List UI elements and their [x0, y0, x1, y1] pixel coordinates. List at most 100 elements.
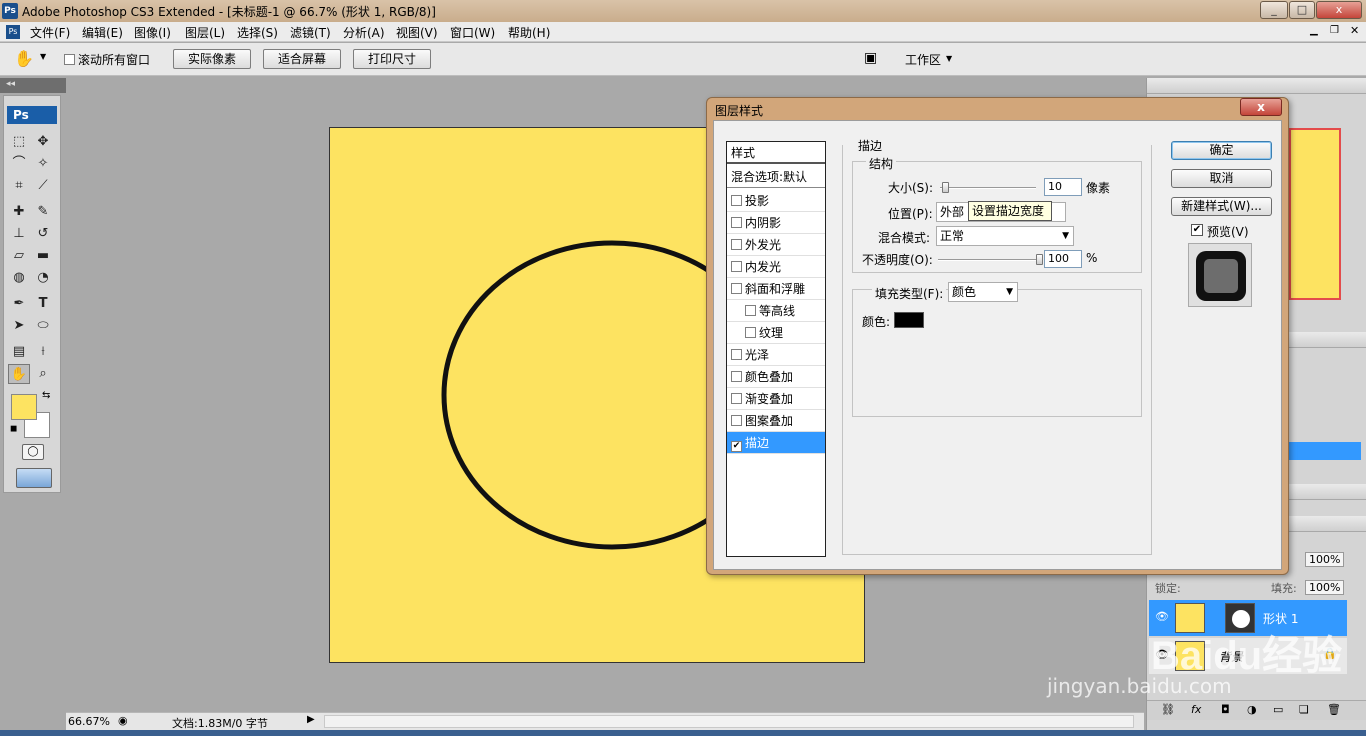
style-item-6[interactable]: 纹理: [727, 322, 825, 344]
style-item-checkbox[interactable]: [731, 195, 742, 206]
style-item-checkbox[interactable]: [731, 261, 742, 272]
panel-header[interactable]: [1147, 78, 1366, 94]
hand-tool-icon[interactable]: ✋: [14, 49, 34, 68]
delete-layer-icon[interactable]: 🗑: [1327, 703, 1341, 716]
collapse-icon[interactable]: ◂◂: [6, 79, 15, 89]
doc-close-icon[interactable]: ✕: [1350, 24, 1359, 37]
scroll-all-checkbox[interactable]: [64, 54, 75, 65]
menu-image[interactable]: 图像(I): [134, 24, 171, 41]
style-item-checkbox[interactable]: [731, 371, 742, 382]
style-item-checkbox[interactable]: [745, 305, 756, 316]
navigator-thumbnail[interactable]: [1289, 128, 1341, 300]
adjustment-icon[interactable]: ◑: [1247, 703, 1257, 716]
gradient-tool-icon[interactable]: ▬: [32, 246, 54, 266]
size-input[interactable]: 10: [1044, 178, 1082, 196]
style-item-3[interactable]: 内发光: [727, 256, 825, 278]
stamp-tool-icon[interactable]: ⊥: [8, 224, 30, 244]
size-slider-track[interactable]: [940, 187, 1036, 189]
blend-mode-select[interactable]: 正常 ▼: [936, 226, 1074, 246]
eyedropper-icon[interactable]: ⟊: [32, 342, 54, 362]
path-selection-icon[interactable]: ➤: [8, 316, 30, 336]
default-colors-icon[interactable]: ◼: [10, 424, 17, 434]
menu-view[interactable]: 视图(V): [396, 24, 438, 41]
new-style-button[interactable]: 新建样式(W)...: [1171, 197, 1272, 216]
maximize-button[interactable]: □: [1289, 1, 1315, 19]
opacity-slider-thumb[interactable]: [1036, 254, 1043, 265]
print-size-button[interactable]: 打印尺寸: [353, 49, 431, 69]
toolbox-header[interactable]: ◂◂: [0, 78, 66, 93]
quick-mask-icon[interactable]: ◯: [22, 444, 44, 460]
opacity-field[interactable]: 100%: [1305, 552, 1345, 567]
brush-tool-icon[interactable]: ✎: [32, 202, 54, 222]
menu-filter[interactable]: 滤镜(T): [290, 24, 331, 41]
slice-tool-icon[interactable]: ⟋: [32, 176, 54, 196]
panel-header-3[interactable]: [1289, 484, 1366, 500]
style-item-10[interactable]: 图案叠加: [727, 410, 825, 432]
styles-header[interactable]: 样式: [727, 142, 825, 164]
status-icon[interactable]: ◉: [118, 714, 128, 727]
style-item-checkbox[interactable]: [731, 283, 742, 294]
style-item-5[interactable]: 等高线: [727, 300, 825, 322]
style-item-1[interactable]: 内阴影: [727, 212, 825, 234]
menu-layer[interactable]: 图层(L): [185, 24, 225, 41]
history-selected-row[interactable]: [1289, 442, 1361, 460]
workspace-chevron-icon[interactable]: ▼: [946, 54, 952, 63]
horizontal-scrollbar[interactable]: [324, 715, 1134, 728]
eraser-tool-icon[interactable]: ▱: [8, 246, 30, 266]
foreground-color-swatch[interactable]: [11, 394, 37, 420]
doc-minimize-icon[interactable]: ▁: [1310, 25, 1318, 36]
lasso-tool-icon[interactable]: ⌒: [8, 154, 30, 174]
fill-field[interactable]: 100%: [1305, 580, 1345, 595]
menu-help[interactable]: 帮助(H): [508, 24, 550, 41]
cancel-button[interactable]: 取消: [1171, 169, 1272, 188]
bridge-icon[interactable]: ▣: [864, 50, 877, 66]
style-item-checkbox[interactable]: [731, 239, 742, 250]
style-item-11[interactable]: ✔ 描边: [727, 432, 825, 454]
notes-tool-icon[interactable]: ▤: [8, 342, 30, 362]
blend-options-item[interactable]: 混合选项:默认: [727, 166, 825, 188]
style-item-checkbox[interactable]: [731, 349, 742, 360]
close-window-button[interactable]: x: [1316, 1, 1362, 19]
dodge-tool-icon[interactable]: ◔: [32, 268, 54, 288]
stroke-color-swatch[interactable]: [894, 312, 924, 328]
style-item-checkbox[interactable]: [731, 393, 742, 404]
style-item-checkbox[interactable]: [731, 217, 742, 228]
healing-brush-icon[interactable]: ✚: [8, 202, 30, 222]
fit-screen-button[interactable]: 适合屏幕: [263, 49, 341, 69]
menu-edit[interactable]: 编辑(E): [82, 24, 123, 41]
type-tool-icon[interactable]: T: [32, 294, 54, 314]
style-item-checkbox[interactable]: [745, 327, 756, 338]
size-slider-thumb[interactable]: [941, 182, 949, 193]
style-item-8[interactable]: 颜色叠加: [727, 366, 825, 388]
style-item-7[interactable]: 光泽: [727, 344, 825, 366]
preview-checkbox[interactable]: ✔: [1191, 224, 1203, 236]
menu-select[interactable]: 选择(S): [237, 24, 278, 41]
add-mask-icon[interactable]: ◘: [1221, 703, 1230, 716]
actual-pixels-button[interactable]: 实际像素: [173, 49, 251, 69]
crop-tool-icon[interactable]: ⌗: [8, 176, 30, 196]
opacity-input[interactable]: 100: [1044, 250, 1082, 268]
pen-tool-icon[interactable]: ✒: [8, 294, 30, 314]
ps-menu-icon[interactable]: Ps: [6, 25, 20, 39]
style-item-checkbox[interactable]: [731, 415, 742, 426]
swap-colors-icon[interactable]: ⇆: [42, 390, 50, 401]
magic-wand-icon[interactable]: ✧: [32, 154, 54, 174]
move-tool-icon[interactable]: ✥: [32, 132, 54, 152]
style-item-0[interactable]: 投影: [727, 190, 825, 212]
link-layers-icon[interactable]: ⛓: [1161, 703, 1175, 716]
minimize-button[interactable]: _: [1260, 1, 1288, 19]
style-item-checkbox[interactable]: ✔: [731, 441, 742, 452]
doc-restore-icon[interactable]: ❐: [1330, 25, 1339, 36]
menu-window[interactable]: 窗口(W): [450, 24, 495, 41]
ok-button[interactable]: 确定: [1171, 141, 1272, 160]
zoom-tool-icon[interactable]: ⌕: [32, 364, 54, 384]
panel-header-2[interactable]: [1289, 332, 1366, 348]
dialog-close-button[interactable]: x: [1240, 98, 1282, 116]
style-item-9[interactable]: 渐变叠加: [727, 388, 825, 410]
style-item-2[interactable]: 外发光: [727, 234, 825, 256]
fill-type-select[interactable]: 颜色 ▼: [948, 282, 1018, 302]
opacity-slider-track[interactable]: [938, 259, 1042, 261]
workspace-menu[interactable]: 工作区: [905, 51, 941, 68]
chevron-down-icon[interactable]: ▼: [40, 52, 46, 61]
fx-icon[interactable]: fx: [1191, 703, 1201, 716]
